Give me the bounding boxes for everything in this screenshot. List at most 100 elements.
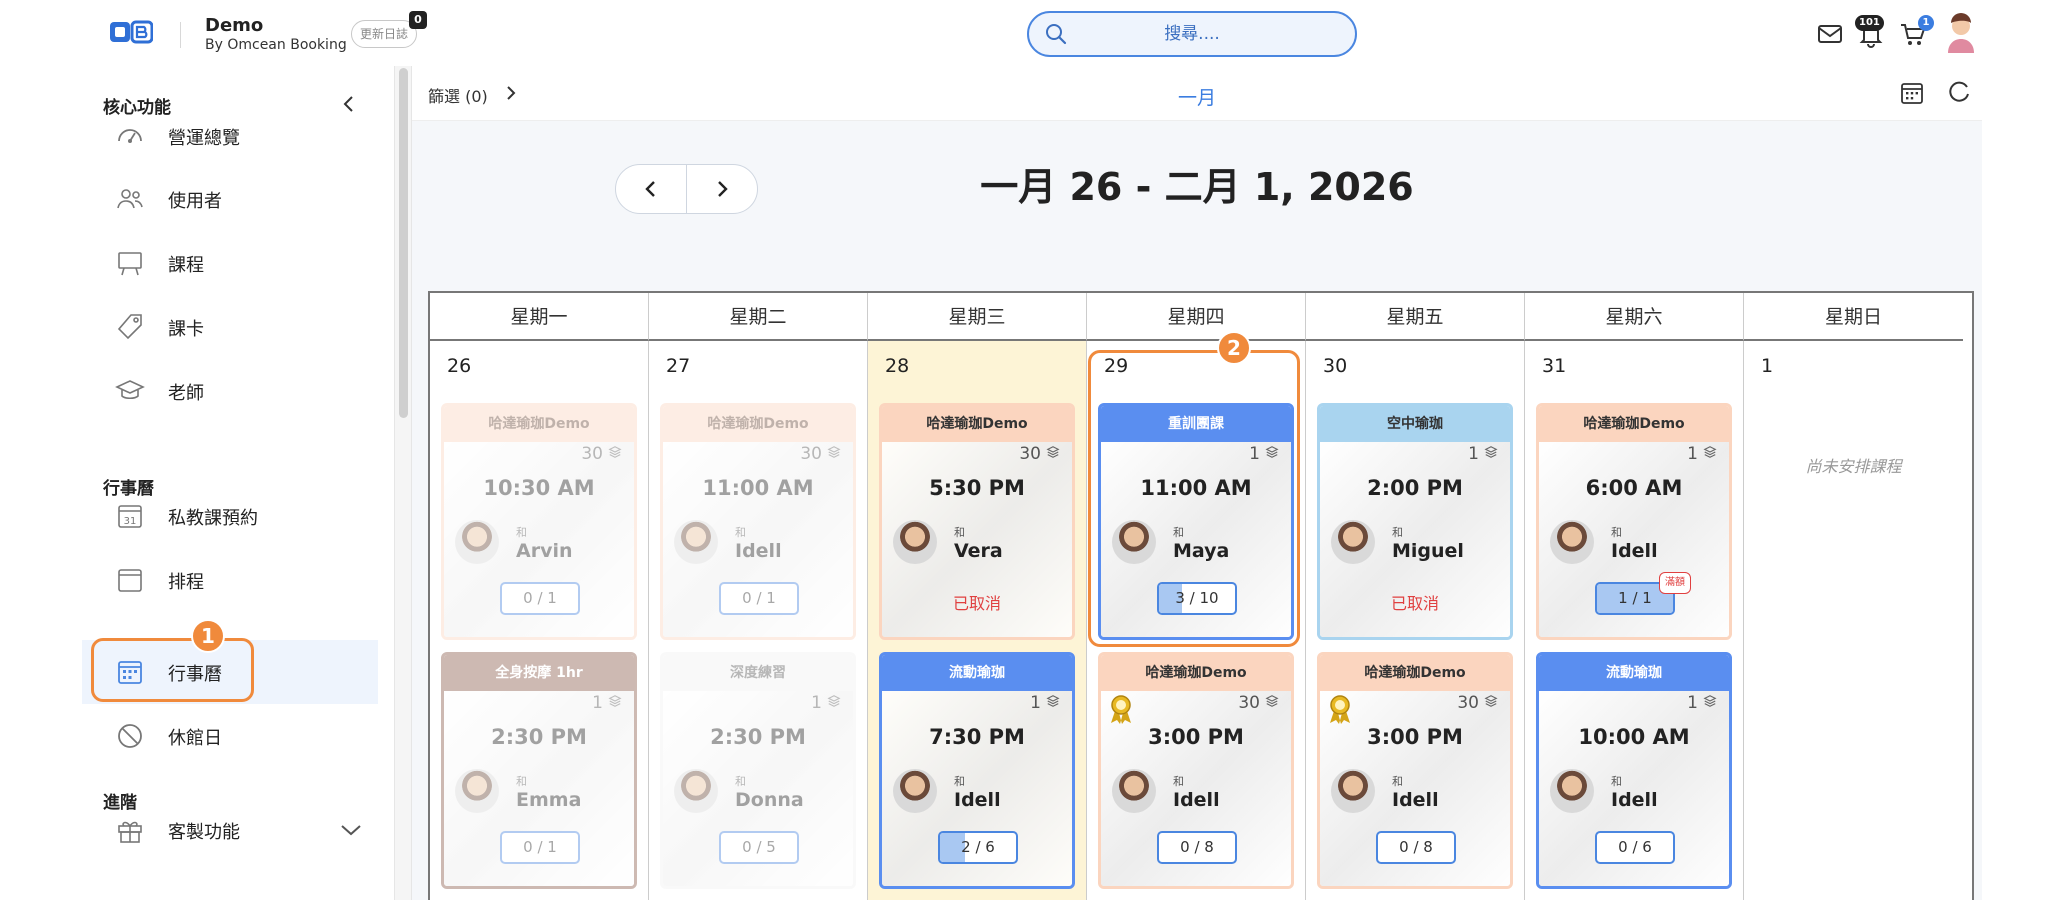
- class-card[interactable]: 流動瑜珈 1 10:00 AM 和 Idell 0 / 6: [1536, 652, 1732, 889]
- class-card[interactable]: 流動瑜珈 1 7:30 PM 和 Idell 2 / 6: [879, 652, 1075, 889]
- medal-icon: [1330, 695, 1350, 724]
- layers-icon: [608, 446, 622, 458]
- sidebar-item-label: 營運總覽: [168, 128, 240, 149]
- booking-count[interactable]: 0 / 8: [1376, 831, 1456, 864]
- class-card[interactable]: 哈達瑜珈Demo 30 5:30 PM 和 Vera 已取消: [879, 403, 1075, 640]
- teacher-name: Idell: [1392, 789, 1439, 811]
- booking-count[interactable]: 0 / 8: [1157, 831, 1237, 864]
- day-column[interactable]: 1 尚未安排課程: [1744, 341, 1963, 900]
- booking-count[interactable]: 0 / 6: [1595, 831, 1675, 864]
- teacher-avatar: [1112, 769, 1156, 813]
- app: Demo By Omcean Booking 更新日誌 0 搜尋.... 101…: [0, 0, 2048, 900]
- class-time: 2:30 PM: [491, 725, 587, 749]
- calendar-view-icon[interactable]: [1899, 80, 1925, 106]
- refresh-icon[interactable]: [1946, 78, 1972, 104]
- capacity-label: 1: [1030, 693, 1060, 713]
- teacher-name: Emma: [516, 789, 582, 811]
- layers-icon: [1703, 695, 1717, 707]
- sidebar-item-custom[interactable]: 客製功能: [82, 798, 378, 861]
- class-card[interactable]: 哈達瑜珈Demo 30 10:30 AM 和 Arvin 0 / 1: [441, 403, 637, 640]
- class-title: 哈達瑜珈Demo: [663, 406, 853, 442]
- class-card[interactable]: 哈達瑜珈Demo 30 3:00 PM 和 Idell 0 / 8: [1317, 652, 1513, 889]
- day-column[interactable]: 30 空中瑜珈 1 2:00 PM 和 Miguel 已取消 哈達瑜珈Demo 30 3:00 P…: [1306, 341, 1525, 900]
- sidebar-scrollbar-thumb[interactable]: [399, 68, 408, 418]
- search-box[interactable]: 搜尋....: [1027, 11, 1357, 57]
- sidebar-item-closed-days[interactable]: 休館日: [82, 704, 378, 767]
- booking-count-text: 0 / 1: [523, 589, 557, 607]
- sidebar-item-schedule[interactable]: 排程: [82, 548, 378, 611]
- sidebar-item-classes[interactable]: 課程: [82, 231, 378, 294]
- sidebar-item-label: 課卡: [168, 319, 204, 340]
- teacher-name: Idell: [1611, 789, 1658, 811]
- class-title: 哈達瑜珈Demo: [1539, 406, 1729, 442]
- teacher-icon: [115, 380, 145, 400]
- search-placeholder: 搜尋....: [1164, 24, 1220, 44]
- capacity-value: 1: [1030, 693, 1041, 713]
- with-label: 和: [1173, 775, 1184, 788]
- booking-count[interactable]: 0 / 5: [719, 831, 799, 864]
- changelog-button[interactable]: 更新日誌: [351, 20, 418, 48]
- class-card[interactable]: 哈達瑜珈Demo 30 11:00 AM 和 Idell 0 / 1: [660, 403, 856, 640]
- with-label: 和: [1392, 526, 1403, 539]
- teacher-avatar: [893, 520, 937, 564]
- sidebar-item-dashboard[interactable]: 營運總覽: [82, 104, 378, 167]
- class-title: 哈達瑜珈Demo: [882, 406, 1072, 442]
- class-time: 2:30 PM: [710, 725, 806, 749]
- class-card[interactable]: 哈達瑜珈Demo 1 6:00 AM 和 Idell 1 / 1 滿額: [1536, 403, 1732, 640]
- capacity-label: 30: [1019, 444, 1060, 464]
- brand-logo-icon[interactable]: [109, 20, 153, 44]
- gift-icon: [118, 821, 142, 843]
- layers-icon: [1484, 446, 1498, 458]
- class-time: 10:30 AM: [483, 476, 595, 500]
- weekday-header: 星期一: [430, 293, 649, 341]
- teacher-name: Miguel: [1392, 540, 1464, 562]
- layers-icon: [1703, 446, 1717, 458]
- booking-count-text: 0 / 6: [1618, 838, 1652, 856]
- teacher-name: Idell: [1173, 789, 1220, 811]
- sidebar-item-users[interactable]: 使用者: [82, 167, 378, 230]
- canceled-label: 已取消: [952, 594, 1001, 613]
- expand-chevron-down-icon[interactable]: [340, 822, 362, 838]
- layers-icon: [1265, 695, 1279, 707]
- booking-count[interactable]: 0 / 1: [500, 582, 580, 615]
- with-label: 和: [954, 526, 965, 539]
- capacity-label: 30: [1238, 693, 1279, 713]
- view-month-label[interactable]: 一月: [412, 83, 1982, 110]
- class-card[interactable]: 哈達瑜珈Demo 30 3:00 PM 和 Idell 0 / 8: [1098, 652, 1294, 889]
- class-title: 哈達瑜珈Demo: [1320, 655, 1510, 691]
- layers-icon: [827, 695, 841, 707]
- class-time: 11:00 AM: [702, 476, 814, 500]
- capacity-value: 1: [1687, 693, 1698, 713]
- capacity-label: 1: [1687, 693, 1717, 713]
- sidebar-item-private-booking[interactable]: 31 私教課預約: [82, 484, 378, 547]
- callout-number-2: 2: [1217, 331, 1251, 365]
- teacher-avatar: [674, 520, 718, 564]
- cart-badge: 1: [1918, 15, 1934, 31]
- sidebar-item-teachers[interactable]: 老師: [82, 359, 378, 422]
- class-card[interactable]: 全身按摩 1hr 1 2:30 PM 和 Emma 0 / 1: [441, 652, 637, 889]
- day-column[interactable]: 26 哈達瑜珈Demo 30 10:30 AM 和 Arvin 0 / 1 全身按摩 1hr 1…: [430, 341, 649, 900]
- booking-count-text: 0 / 8: [1399, 838, 1433, 856]
- class-time: 7:30 PM: [929, 725, 1025, 749]
- user-avatar[interactable]: [1942, 13, 1980, 53]
- booking-count-text: 0 / 8: [1180, 838, 1214, 856]
- capacity-value: 30: [581, 444, 603, 464]
- teacher-avatar: [1331, 769, 1375, 813]
- day-column[interactable]: 31 哈達瑜珈Demo 1 6:00 AM 和 Idell 1 / 1 滿額 流動瑜珈 1 10:0…: [1525, 341, 1744, 900]
- sidebar: 核心功能 營運總覽 使用者 課程 課卡 老師 行事曆 31 私教課預約 排程 行…: [82, 66, 378, 900]
- weekday-header: 星期日: [1744, 293, 1963, 341]
- class-card[interactable]: 空中瑜珈 1 2:00 PM 和 Miguel 已取消: [1317, 403, 1513, 640]
- weekday-header: 星期六: [1525, 293, 1744, 341]
- booking-count[interactable]: 0 / 1: [500, 831, 580, 864]
- sidebar-item-cards[interactable]: 課卡: [82, 295, 378, 358]
- sidebar-scrollbar[interactable]: [394, 66, 412, 900]
- mail-icon[interactable]: [1815, 19, 1845, 49]
- capacity-label: 1: [1468, 444, 1498, 464]
- day-column[interactable]: 28 哈達瑜珈Demo 30 5:30 PM 和 Vera 已取消 流動瑜珈 1 7:30 PM 和…: [868, 341, 1087, 900]
- booking-count[interactable]: 2 / 6: [938, 831, 1018, 864]
- class-card[interactable]: 深度練習 1 2:30 PM 和 Donna 0 / 5: [660, 652, 856, 889]
- day-column[interactable]: 27 哈達瑜珈Demo 30 11:00 AM 和 Idell 0 / 1 深度練習 1 2:3…: [649, 341, 868, 900]
- booking-count[interactable]: 0 / 1: [719, 582, 799, 615]
- class-title: 流動瑜珈: [1539, 655, 1729, 691]
- users-icon: [117, 189, 143, 209]
